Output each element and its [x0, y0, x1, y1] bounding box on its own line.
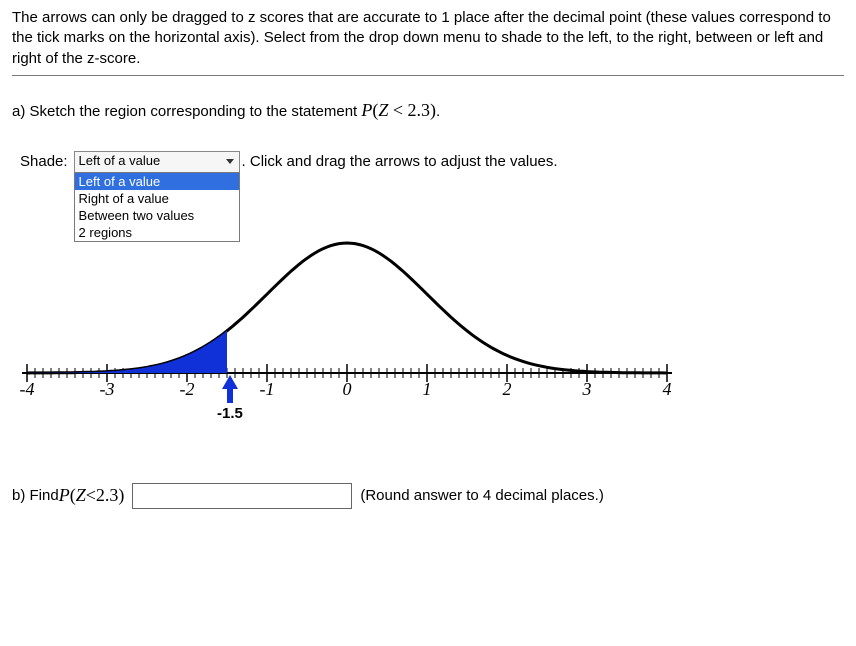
formula-b-close: ): [118, 485, 124, 506]
formula-b-op: <: [86, 485, 96, 506]
instructions-text: The arrows can only be dragged to z scor…: [12, 8, 844, 69]
shade-after-text: . Click and drag the arrows to adjust th…: [242, 151, 558, 170]
formula-p: P: [361, 100, 372, 120]
z-arrow-handle[interactable]: -1.5: [217, 375, 243, 422]
shaded-region: [27, 331, 227, 373]
shade-label: Shade:: [20, 151, 68, 170]
shade-option-between[interactable]: Between two values: [75, 207, 239, 224]
round-hint: (Round answer to 4 decimal places.): [360, 487, 603, 504]
part-a-prefix: a) Sketch the region corresponding to th…: [12, 103, 361, 120]
formula-val: 2.3: [408, 100, 431, 120]
divider: [12, 75, 844, 76]
part-a-period: .: [436, 103, 440, 120]
part-a-prompt: a) Sketch the region corresponding to th…: [12, 100, 844, 121]
shade-option-right[interactable]: Right of a value: [75, 190, 239, 207]
shade-instruction: Click and drag the arrows to adjust the …: [246, 153, 558, 170]
tick-labels: -4 -3 -2 -1 0 1 2 3 4: [20, 379, 672, 399]
formula-b-val: 2.3: [96, 485, 119, 506]
answer-input[interactable]: [132, 483, 352, 509]
svg-text:-3: -3: [100, 379, 115, 399]
svg-text:4: 4: [663, 379, 672, 399]
shade-select-display[interactable]: Left of a value: [74, 151, 240, 173]
formula-b-z: Z: [76, 485, 86, 506]
arrow-value-label: -1.5: [217, 405, 243, 422]
formula-b-p: P: [59, 485, 70, 506]
formula-z: Z: [378, 100, 388, 120]
part-b-row: b) Find P(Z < 2.3) (Round answer to 4 de…: [12, 483, 844, 509]
svg-text:2: 2: [503, 379, 512, 399]
formula-op: <: [388, 100, 407, 120]
svg-text:-4: -4: [20, 379, 35, 399]
shade-option-left[interactable]: Left of a value: [75, 173, 239, 190]
arrow-up-icon: [220, 375, 240, 403]
shade-option-2regions[interactable]: 2 regions: [75, 224, 239, 241]
svg-text:-1: -1: [260, 379, 275, 399]
svg-text:3: 3: [582, 379, 592, 399]
shade-dropdown[interactable]: Left of a value Left of a value Right of…: [74, 151, 240, 173]
part-b-prefix: b) Find: [12, 487, 59, 504]
svg-text:0: 0: [343, 379, 352, 399]
svg-text:-2: -2: [180, 379, 195, 399]
svg-text:1: 1: [423, 379, 432, 399]
shade-controls: Shade: Left of a value Left of a value R…: [20, 151, 844, 173]
shade-dropdown-list: Left of a value Right of a value Between…: [74, 172, 240, 242]
normal-curve: [27, 243, 667, 373]
